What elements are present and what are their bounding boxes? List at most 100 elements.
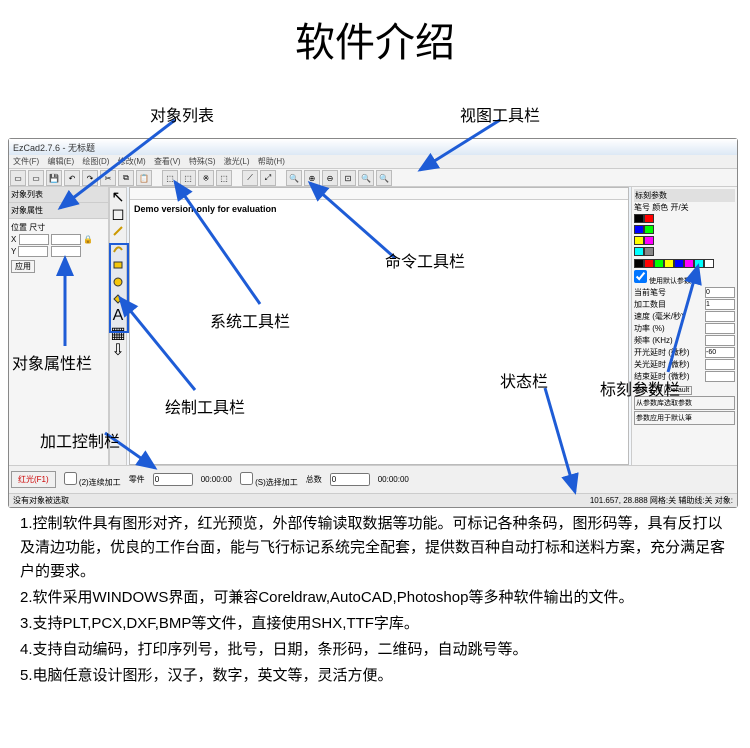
power-label: 功率 (%) — [634, 323, 665, 334]
status-bar: 没有对象被选取 101.657, 28.888 网格:关 辅助线:关 对象: — [9, 493, 737, 507]
select-icon[interactable]: ↖ — [110, 189, 126, 205]
zoom-icon[interactable]: 🔍 — [376, 170, 392, 186]
use-default-check[interactable] — [634, 270, 647, 283]
use-default-label: 使用默认参数 — [649, 278, 691, 285]
color-swatch[interactable] — [634, 259, 644, 268]
desc-line-4: 4.支持自动编码，打印序列号，批号，日期，条形码，二维码，自动跳号等。 — [20, 638, 730, 662]
continuous-check[interactable] — [64, 472, 77, 485]
description-text: 1.控制软件具有图形对齐，红光预览，外部传输读取数据等功能。可标记各种条码，图形… — [0, 498, 750, 700]
new-icon[interactable]: ▭ — [10, 170, 26, 186]
import-icon[interactable]: ⇩ — [110, 342, 126, 358]
red-light-button[interactable]: 红光(F1) — [11, 471, 56, 488]
cmd-icon[interactable]: ⬚ — [162, 170, 178, 186]
count-input[interactable] — [705, 299, 735, 310]
left-panel: 对象列表 对象属性 位置 尺寸 X 🔒 Y 应用 — [9, 187, 109, 507]
canvas-area[interactable]: Demo version-only for evaluation — [129, 187, 629, 465]
h-input[interactable] — [51, 246, 81, 257]
w-input[interactable] — [51, 234, 81, 245]
size-label: 尺寸 — [29, 223, 45, 232]
apply-icon[interactable]: 应用 — [11, 260, 35, 273]
y-input[interactable] — [18, 246, 48, 257]
current-pen-label: 当前笔号 — [634, 287, 666, 298]
paste-icon[interactable]: 📋 — [136, 170, 152, 186]
menu-special[interactable]: 特殊(S) — [189, 157, 216, 166]
desc-line-1: 1.控制软件具有图形对齐，红光预览，外部传输读取数据等功能。可标记各种条码，图形… — [20, 512, 730, 584]
process-control-bar: 红光(F1) (2)连续加工 零件 00:00:00 (S)选择加工 总数 00… — [9, 465, 737, 493]
time2: 00:00:00 — [378, 475, 409, 484]
power-input[interactable] — [705, 323, 735, 334]
color-swatch[interactable] — [694, 259, 704, 268]
cmd-icon[interactable]: ⤢ — [260, 170, 276, 186]
color-swatch[interactable] — [664, 259, 674, 268]
continuous-label: (2)连续加工 — [79, 478, 121, 487]
menu-draw[interactable]: 绘图(D) — [82, 157, 109, 166]
zoom-icon[interactable]: 🔍 — [286, 170, 302, 186]
label-system-toolbar: 系统工具栏 — [210, 308, 290, 332]
total-input[interactable] — [330, 473, 370, 486]
color-swatch[interactable] — [654, 259, 664, 268]
menubar[interactable]: 文件(F) 编辑(E) 绘图(D) 修改(M) 查看(V) 特殊(S) 激光(L… — [9, 155, 737, 169]
pen-header: 笔号 颜色 开/关 — [634, 202, 735, 213]
current-pen-input[interactable] — [705, 287, 735, 298]
menu-modify[interactable]: 修改(M) — [118, 157, 146, 166]
cmd-icon[interactable]: ※ — [198, 170, 214, 186]
color-swatch[interactable] — [684, 259, 694, 268]
desc-line-3: 3.支持PLT,PCX,DXF,BMP等文件，直接使用SHX,TTF字库。 — [20, 612, 730, 636]
x-label: X — [11, 235, 16, 244]
open-icon[interactable]: ▭ — [28, 170, 44, 186]
menu-file[interactable]: 文件(F) — [13, 157, 39, 166]
params-title: 标刻参数 — [634, 189, 735, 202]
label-process-control: 加工控制栏 — [40, 428, 120, 452]
close-delay-input[interactable] — [705, 359, 735, 370]
cmd-icon[interactable]: ⟋ — [242, 170, 258, 186]
node-icon[interactable]: ◻ — [110, 206, 126, 222]
demo-text: Demo version-only for evaluation — [130, 200, 628, 218]
menu-help[interactable]: 帮助(H) — [258, 157, 285, 166]
part-input[interactable] — [153, 473, 193, 486]
titlebar: EzCad2.7.6 - 无标题 — [9, 139, 737, 155]
label-view-toolbar: 视图工具栏 — [460, 102, 540, 126]
mark-params-panel: 标刻参数 笔号 颜色 开/关 使用默认参数 当前笔号 加工数目 速度 (毫米/秒… — [631, 187, 737, 467]
status-left: 没有对象被选取 — [13, 495, 69, 506]
menu-view[interactable]: 查看(V) — [154, 157, 181, 166]
cut-icon[interactable]: ✂ — [100, 170, 116, 186]
highlight-box — [109, 243, 129, 333]
end-delay-input[interactable] — [705, 371, 735, 382]
freq-input[interactable] — [705, 335, 735, 346]
line-icon[interactable] — [110, 223, 126, 239]
cmd-icon[interactable]: ⬚ — [180, 170, 196, 186]
y-label: Y — [11, 247, 16, 256]
time1: 00:00:00 — [201, 475, 232, 484]
undo-icon[interactable]: ↶ — [64, 170, 80, 186]
cmd-icon[interactable]: ⬚ — [216, 170, 232, 186]
select-mark-check[interactable] — [240, 472, 253, 485]
zoom-icon[interactable]: 🔍 — [358, 170, 374, 186]
color-swatch[interactable] — [644, 259, 654, 268]
object-list-tab[interactable]: 对象列表 — [9, 187, 108, 203]
save-icon[interactable]: 💾 — [46, 170, 62, 186]
count-label: 加工数目 — [634, 299, 666, 310]
open-delay-label: 开光延时 (微秒) — [634, 347, 690, 358]
speed-label: 速度 (毫米/秒) — [634, 311, 684, 322]
menu-laser[interactable]: 激光(L) — [224, 157, 250, 166]
copy-icon[interactable]: ⧉ — [118, 170, 134, 186]
props-area: 位置 尺寸 X 🔒 Y 应用 — [9, 219, 108, 275]
x-input[interactable] — [19, 234, 49, 245]
close-delay-label: 关光延时 (微秒) — [634, 359, 690, 370]
speed-input[interactable] — [705, 311, 735, 322]
color-swatch[interactable] — [674, 259, 684, 268]
page-title: 软件介绍 — [0, 0, 750, 78]
app-screenshot: EzCad2.7.6 - 无标题 文件(F) 编辑(E) 绘图(D) 修改(M)… — [8, 138, 738, 508]
label-object-props: 对象属性栏 — [12, 350, 92, 374]
apply-param-button[interactable]: 参数应用于默认筆 — [634, 411, 735, 425]
color-swatch[interactable] — [704, 259, 714, 268]
object-props-tab[interactable]: 对象属性 — [9, 203, 108, 219]
desc-line-2: 2.软件采用WINDOWS界面，可兼容Coreldraw,AutoCAD,Pho… — [20, 586, 730, 610]
zoom-out-icon[interactable]: ⊖ — [322, 170, 338, 186]
menu-edit[interactable]: 编辑(E) — [47, 157, 74, 166]
redo-icon[interactable]: ↷ — [82, 170, 98, 186]
lock-icon[interactable]: 🔒 — [83, 235, 93, 244]
zoom-fit-icon[interactable]: ⊡ — [340, 170, 356, 186]
open-delay-input[interactable] — [705, 347, 735, 358]
zoom-in-icon[interactable]: ⊕ — [304, 170, 320, 186]
